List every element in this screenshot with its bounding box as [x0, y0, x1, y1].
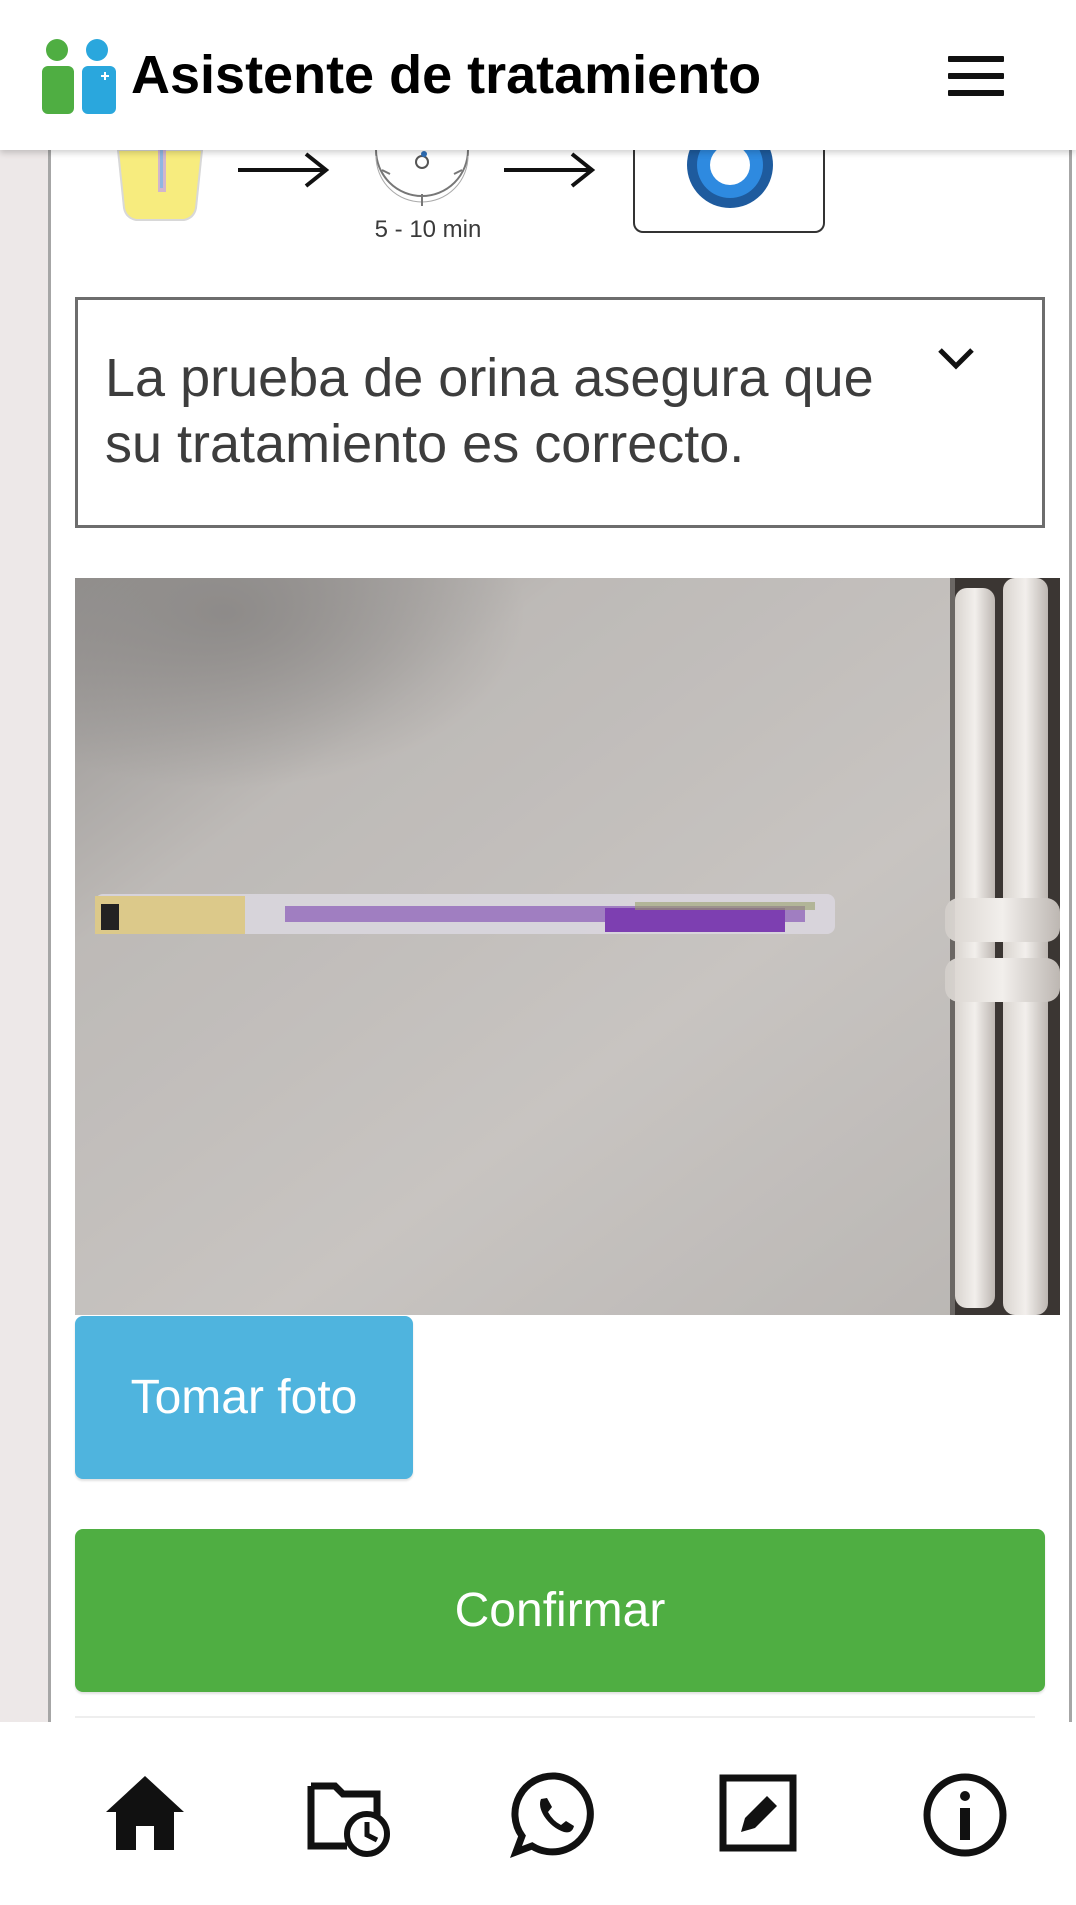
menu-bar [948, 90, 1004, 96]
app-logo-icon [42, 39, 116, 114]
camera-lens-icon [687, 150, 773, 208]
camera-step-box [633, 150, 825, 233]
arrow-right-icon [238, 152, 330, 188]
folder-clock-icon[interactable] [305, 1770, 395, 1860]
timer-label: 5 - 10 min [374, 216, 482, 243]
menu-bar [948, 56, 1004, 62]
info-dropdown[interactable]: La prueba de orina asegura que su tratam… [75, 297, 1045, 528]
app-header: Asistente de tratamiento [0, 0, 1076, 150]
menu-bar [948, 73, 1004, 79]
arrow-right-icon [504, 152, 596, 188]
info-text: La prueba de orina asegura que su tratam… [105, 348, 874, 474]
info-icon[interactable] [920, 1770, 1010, 1860]
captured-test-photo [75, 578, 1060, 1315]
page-gutter [0, 150, 48, 1722]
take-photo-button[interactable]: Tomar foto [75, 1316, 413, 1479]
test-strip-image [75, 578, 1060, 1315]
confirm-button[interactable]: Confirmar [75, 1529, 1045, 1692]
urine-cup-icon [116, 150, 204, 221]
hamburger-menu-button[interactable] [948, 56, 1008, 100]
timer-icon [375, 150, 469, 206]
nav-divider [75, 1716, 1035, 1718]
home-icon[interactable] [100, 1770, 190, 1860]
edit-icon[interactable] [715, 1770, 805, 1860]
chevron-down-icon[interactable] [936, 346, 976, 372]
page-title: Asistente de tratamiento [131, 45, 762, 105]
whatsapp-icon[interactable] [510, 1770, 600, 1860]
